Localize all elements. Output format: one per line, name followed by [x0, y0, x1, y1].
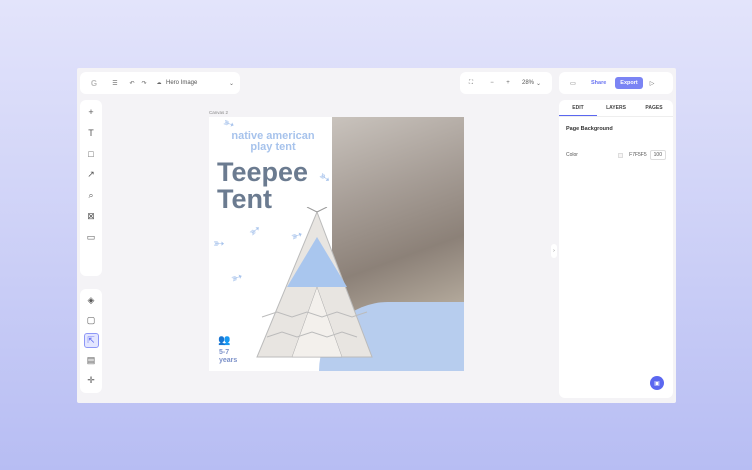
top-left-toolbar: G ☰ ↶ ↷ ☁ Hero Image ⌄ — [80, 72, 240, 94]
design-canvas[interactable]: native american play tent Teepee Tent ➳ … — [209, 117, 464, 371]
age-line1: 5-7 — [219, 349, 230, 356]
line-icon[interactable]: ↗ — [85, 168, 98, 181]
help-button[interactable]: ▣ — [650, 376, 664, 390]
canvas-label: Canvas 2 — [209, 110, 229, 115]
tab-pages[interactable]: PAGES — [635, 100, 673, 116]
headline-small-line2: play tent — [250, 141, 296, 153]
left-toolbar-bottom: ◈ ▢ ⇱ ▤ ✛ — [80, 289, 102, 393]
chevron-down-icon[interactable]: ⌄ — [229, 80, 234, 87]
cloud-icon: ☁ — [156, 80, 162, 86]
age-label[interactable]: 5-7 years — [219, 349, 237, 365]
tab-edit[interactable]: EDIT — [559, 100, 597, 116]
headline-big-line1: Teepee — [217, 157, 309, 187]
color-row: Color F7F5F5 100 — [559, 150, 673, 160]
pen-icon[interactable]: ✛ — [85, 374, 98, 387]
export-button[interactable]: Export — [615, 77, 643, 89]
left-toolbar: + T □ ↗ ⌕ ⊠ ▭ — [80, 100, 102, 276]
opacity-input[interactable]: 100 — [649, 150, 666, 160]
comment-icon[interactable]: ▭ — [567, 80, 579, 87]
grid-icon[interactable]: ▤ — [85, 354, 98, 367]
zoom-in-icon[interactable]: + — [502, 80, 514, 86]
layers-icon[interactable]: ◈ — [85, 294, 98, 307]
shape-icon[interactable]: □ — [85, 147, 98, 160]
fit-screen-icon[interactable]: ⛶ — [465, 80, 477, 87]
panel-collapse-handle[interactable]: › — [551, 244, 557, 258]
color-value[interactable]: F7F5F5 100 — [618, 150, 666, 160]
editor-window: G ☰ ↶ ↷ ☁ Hero Image ⌄ ⛶ − + 28% ⌄ ▭ Sha… — [77, 68, 676, 403]
tab-layers[interactable]: LAYERS — [597, 100, 635, 116]
text-icon[interactable]: T — [85, 126, 98, 139]
zoom-toolbar: ⛶ − + 28% ⌄ — [460, 72, 552, 94]
frame-icon[interactable]: ▢ — [85, 314, 98, 327]
headline-small[interactable]: native american play tent — [228, 131, 318, 153]
zoom-level[interactable]: 28% — [522, 80, 534, 86]
image-icon[interactable]: ⊠ — [85, 210, 98, 223]
undo-icon[interactable]: ↶ — [126, 80, 138, 87]
zoom-out-icon[interactable]: − — [486, 80, 498, 86]
arrow-decoration: ➳ — [228, 267, 245, 287]
redo-icon[interactable]: ↷ — [138, 80, 150, 87]
menu-icon[interactable]: ☰ — [108, 80, 122, 87]
age-line2: years — [219, 357, 238, 364]
share-button[interactable]: Share — [591, 80, 606, 86]
logo-icon: G — [90, 78, 98, 88]
doc-title[interactable]: Hero Image — [166, 80, 197, 86]
component-icon[interactable]: ▭ — [85, 231, 98, 244]
play-icon[interactable]: ▷ — [650, 80, 655, 87]
zoom-chevron-icon[interactable]: ⌄ — [536, 80, 541, 87]
headline-big[interactable]: Teepee Tent — [217, 159, 308, 213]
panel-tabs: EDIT LAYERS PAGES — [559, 100, 673, 117]
select-icon[interactable]: ⇱ — [83, 333, 99, 348]
properties-panel: EDIT LAYERS PAGES Page Background Color … — [559, 100, 673, 398]
section-title: Page Background — [566, 126, 613, 132]
search-icon[interactable]: ⌕ — [85, 189, 98, 202]
share-toolbar: ▭ Share Export ▷ — [559, 72, 673, 94]
add-icon[interactable]: + — [85, 105, 98, 118]
color-hex[interactable]: F7F5F5 — [629, 152, 647, 158]
kids-icon: 👥 — [218, 335, 231, 346]
arrow-decoration: ➳ — [213, 235, 225, 251]
color-label: Color — [566, 152, 578, 158]
teepee-tent — [256, 207, 373, 358]
color-swatch[interactable] — [618, 152, 624, 158]
